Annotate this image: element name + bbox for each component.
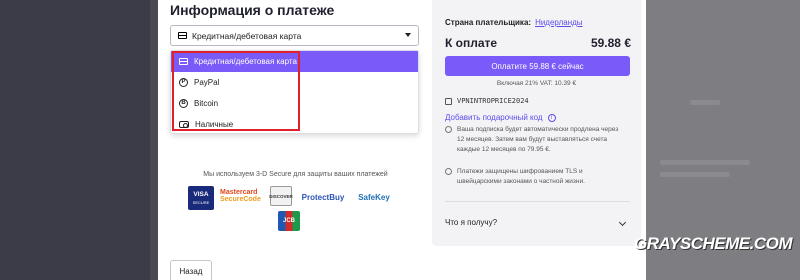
coupon-code: VPNINTROPRICE2024 (457, 97, 529, 105)
info-icon[interactable]: i (547, 113, 556, 122)
visa-logo-text: VISA (193, 191, 209, 198)
securecode-logo-text: SecureCode (220, 196, 261, 203)
protectbuy-logo: ProtectBuy (301, 192, 345, 202)
jcb-logo: JCB (278, 211, 300, 231)
visa-logo-subtext: SECURE (192, 200, 210, 205)
backdrop-left-panel (0, 0, 150, 280)
discover-logo: DISCOVER (269, 186, 293, 206)
payer-country-link[interactable]: Нидерланды (535, 18, 583, 27)
payment-info-heading: Информация о платеже (170, 2, 335, 18)
backdrop-ghost-text (690, 100, 720, 105)
security-note: Платежи защищены шифрованием TLS и швейц… (445, 167, 622, 187)
backdrop-ghost-text (660, 160, 750, 165)
gift-code-label: Добавить подарочный код (445, 113, 543, 122)
payment-method-selected-value: Кредитная/дебетовая карта (192, 30, 302, 41)
annotation-highlight-box (172, 51, 300, 131)
order-summary-panel: Страна плательщика: Нидерланды К оплате 5… (432, 0, 641, 246)
backdrop-ghost-text (660, 172, 730, 177)
chevron-down-icon[interactable] (618, 218, 627, 227)
mastercard-logo-text: Mastercard (220, 189, 258, 196)
chevron-down-icon (405, 33, 411, 37)
add-gift-code-link[interactable]: Добавить подарочный код i (445, 113, 556, 122)
applied-coupon: VPNINTROPRICE2024 (445, 97, 529, 105)
security-note-text: Платежи защищены шифрованием TLS и швейц… (457, 168, 585, 185)
payer-country-label: Страна плательщика: (445, 18, 532, 27)
checkout-modal: Информация о платеже Кредитная/дебетовая… (158, 0, 646, 280)
3ds-secure-note: Мы используем 3-D Secure для защиты ваши… (203, 171, 388, 178)
back-button[interactable]: Назад (170, 260, 212, 280)
visa-secure-logo: VISA SECURE (188, 186, 214, 210)
total-amount: 59.88 € (590, 36, 631, 50)
tag-icon (445, 97, 452, 105)
renewal-note: Ваша подписка будет автоматически продле… (445, 125, 622, 155)
info-icon (445, 126, 452, 133)
site-watermark: GRAYSCHEME.COM (634, 234, 792, 253)
safekey-logo: SafeKey (358, 192, 390, 202)
vat-note: Включая 21% VAT: 10.39 € (496, 80, 577, 87)
pay-now-button[interactable]: Оплатите 59.88 € сейчас (445, 56, 630, 76)
payment-method-select[interactable]: Кредитная/дебетовая карта (170, 25, 419, 46)
backdrop-left-edge (150, 0, 158, 280)
total-label: К оплате (445, 36, 498, 50)
payer-country: Страна плательщика: Нидерланды (445, 18, 583, 27)
card-icon (178, 32, 187, 39)
faq-what-do-i-get[interactable]: Что я получу? (445, 218, 497, 227)
divider (445, 201, 630, 202)
renewal-note-text: Ваша подписка будет автоматически продле… (457, 126, 619, 153)
shield-icon (445, 168, 452, 175)
mastercard-securecode-logo: Mastercard SecureCode (220, 186, 264, 206)
